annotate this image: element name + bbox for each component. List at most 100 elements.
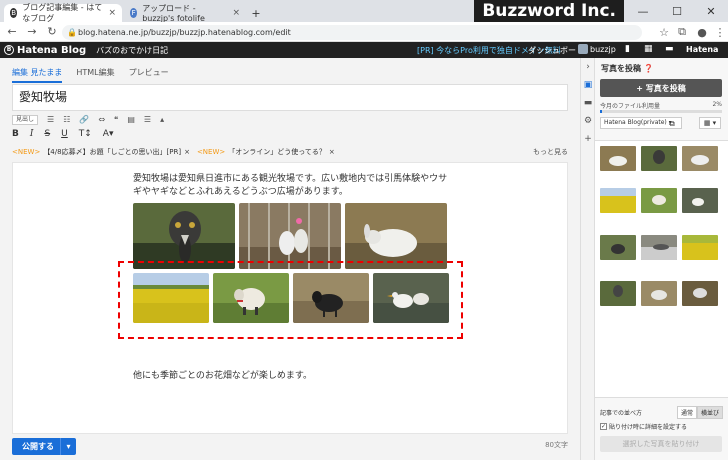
back-icon[interactable]: ← xyxy=(4,24,20,40)
help-icon[interactable]: ❓ xyxy=(644,64,654,73)
list-ul-icon[interactable]: ☰ xyxy=(47,115,54,124)
extension-icon[interactable]: ⧉ xyxy=(674,24,690,40)
news-more-link[interactable]: もっと見る xyxy=(533,147,568,157)
tab-visual-edit[interactable]: 編集 見たまま xyxy=(12,67,63,83)
url-input[interactable]: 🔒 blog.hatena.ne.jp/buzzjp/buzzjp.hatena… xyxy=(62,25,642,40)
close-icon[interactable]: × xyxy=(184,148,190,156)
body-paragraph-1[interactable]: 愛知牧場は愛知県日進市にある観光牧場です。広い敷地内では引馬体験やウサギやヤギな… xyxy=(133,173,453,199)
photo-thumbnail[interactable] xyxy=(641,281,677,306)
profile-icon[interactable]: ● xyxy=(694,24,710,40)
title-input[interactable]: 愛知牧場 xyxy=(12,84,568,111)
dashboard-link[interactable]: ダッシュボード xyxy=(528,45,584,56)
hatena-logo-icon: B xyxy=(4,45,14,55)
usage-progress-bar xyxy=(600,110,722,113)
avatar xyxy=(578,44,588,54)
collapse-icon[interactable]: ▴ xyxy=(160,115,164,124)
address-bar: ← → ↻ 🔒 blog.hatena.ne.jp/buzzjp/buzzjp.… xyxy=(0,22,728,42)
tab-html-edit[interactable]: HTML編集 xyxy=(76,67,114,83)
photo-thumbnail[interactable] xyxy=(682,281,718,306)
photo-thumbnail[interactable] xyxy=(641,146,677,171)
news-link[interactable]: 「オンライン」どう使ってる？ xyxy=(228,147,326,157)
message-icon[interactable]: ▬ xyxy=(665,44,674,54)
folder-icon[interactable]: ▬ xyxy=(583,98,593,108)
news-bar: <NEW> 【4/8応募〆】お題「しごとの思い出」[PR] × <NEW> 「オ… xyxy=(12,146,568,157)
hr-icon[interactable]: ⇔ xyxy=(98,115,105,124)
chevron-down-icon[interactable]: ▾ xyxy=(60,438,76,455)
order-normal-button[interactable]: 通常 xyxy=(677,406,698,419)
align-icon[interactable]: ☰ xyxy=(144,115,151,124)
star-icon[interactable]: ☆ xyxy=(656,24,672,40)
body-paragraph-2[interactable]: 他にも季節ごとのお花畑などが楽しめます。 xyxy=(133,368,312,381)
checkbox[interactable]: ✓ xyxy=(600,423,607,430)
side-icon-rail: › ▣ ▬ ⚙ + xyxy=(580,58,594,460)
photo-thumbnail[interactable] xyxy=(682,235,718,260)
link-icon[interactable]: 🔗 xyxy=(79,115,89,124)
new-tab-button[interactable]: + xyxy=(248,4,264,22)
hatena-link[interactable]: Hatena xyxy=(686,45,718,54)
thumbnail-grid xyxy=(595,140,728,398)
forward-icon[interactable]: → xyxy=(24,24,40,40)
hatena-blog-logo[interactable]: B Hatena Blog xyxy=(4,45,86,56)
grid-menu-icon[interactable]: ▦ xyxy=(644,44,653,54)
user-name: buzzjp xyxy=(590,44,616,54)
folder-label: Hatena Blog(private) xyxy=(604,119,667,126)
text-color-icon[interactable]: A▾ xyxy=(103,129,114,139)
photo-icon[interactable]: ▣ xyxy=(583,80,593,90)
list-ol-icon[interactable]: ☷ xyxy=(63,115,70,124)
photo-thumbnail[interactable] xyxy=(682,188,718,213)
tab-label: アップロード - buzzjp's fotolife xyxy=(142,4,205,23)
underline-icon[interactable]: U xyxy=(61,129,68,139)
rabbit-photo[interactable] xyxy=(345,203,447,269)
close-icon[interactable]: × xyxy=(232,8,240,18)
photo-thumbnail[interactable] xyxy=(682,146,718,171)
minimize-icon[interactable]: — xyxy=(626,0,660,22)
tab-blog-edit[interactable]: B ブログ記事編集 - はてなブログ × xyxy=(4,3,122,23)
photo-thumbnail[interactable] xyxy=(641,235,677,260)
photo-thumbnail[interactable] xyxy=(600,188,636,213)
close-window-icon[interactable]: ✕ xyxy=(694,0,728,22)
post-photo-label: 写真を投稿 xyxy=(645,83,686,93)
goats-fence-photo[interactable] xyxy=(239,203,341,269)
quote-icon[interactable]: ❝ xyxy=(114,115,118,124)
photo-thumbnail[interactable] xyxy=(641,188,677,213)
bookmark-icon[interactable]: ▮ xyxy=(625,44,630,54)
tab-fotolife[interactable]: F アップロード - buzzjp's fotolife × xyxy=(124,4,246,23)
publish-label: 公開する xyxy=(22,442,54,451)
user-menu[interactable]: buzzjp xyxy=(578,44,616,54)
new-badge: <NEW> xyxy=(196,147,226,156)
news-link[interactable]: 【4/8応募〆】お題「しごとの思い出」[PR] xyxy=(43,147,181,157)
close-icon[interactable]: × xyxy=(108,8,116,18)
photo-thumbnail[interactable] xyxy=(600,281,636,306)
text-size-icon[interactable]: T↕ xyxy=(79,129,92,139)
char-count: 80文字 xyxy=(545,441,568,449)
emu-photo[interactable] xyxy=(133,203,235,269)
editor-content[interactable]: 愛知牧場は愛知県日進市にある観光牧場です。広い敷地内では引馬体験やウサギやヤギな… xyxy=(12,162,568,434)
bold-icon[interactable]: B xyxy=(12,129,19,139)
detail-checkbox-row[interactable]: ✓ 貼り付け時に詳細を設定する xyxy=(600,422,687,431)
gear-icon[interactable]: ⚙ xyxy=(583,116,593,126)
plus-icon[interactable]: + xyxy=(583,134,593,144)
grid-view-select[interactable]: ▦ ▾ xyxy=(699,117,721,129)
strike-icon[interactable]: S xyxy=(44,129,50,139)
reload-icon[interactable]: ↻ xyxy=(44,24,60,40)
post-photo-button[interactable]: + 写真を投稿 xyxy=(600,79,722,97)
menu-kebab-icon[interactable]: ⋮ xyxy=(712,24,728,40)
photo-thumbnail[interactable] xyxy=(600,235,636,260)
photo-panel: 写真を投稿 ❓ + 写真を投稿 今月のファイル利用量 2% Hatena Blo… xyxy=(594,58,728,460)
heading-select[interactable]: 見出し xyxy=(12,114,39,125)
order-horizontal-button[interactable]: 横並び xyxy=(697,406,724,419)
tab-preview[interactable]: プレビュー xyxy=(129,67,169,83)
collapse-arrow-icon[interactable]: › xyxy=(583,62,593,72)
external-link-icon[interactable]: ⧉ xyxy=(669,119,675,129)
paste-selected-button[interactable]: 選択した写真を貼り付け xyxy=(600,436,722,452)
panel-title: 写真を投稿 ❓ xyxy=(601,63,654,74)
close-icon[interactable]: × xyxy=(329,148,335,156)
table-icon[interactable]: ▤ xyxy=(127,115,135,124)
tab-label: ブログ記事編集 - はてなブログ xyxy=(22,3,103,23)
blog-name-menu[interactable]: バズのおでかけ日記 xyxy=(96,45,168,56)
editor-area: 編集 見たまま HTML編集 プレビュー 愛知牧場 見出し ☰ ☷ 🔗 ⇔ ❝ … xyxy=(0,58,580,460)
photo-thumbnail[interactable] xyxy=(600,146,636,171)
maximize-icon[interactable]: ☐ xyxy=(660,0,694,22)
publish-button[interactable]: 公開する ▾ xyxy=(12,438,76,455)
italic-icon[interactable]: I xyxy=(30,129,34,139)
